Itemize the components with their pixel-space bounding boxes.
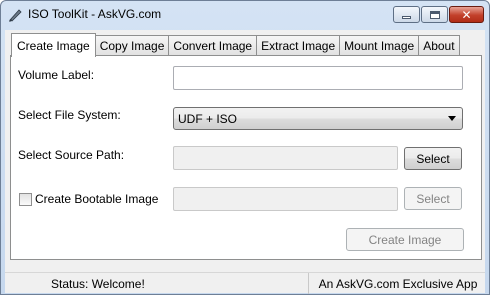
bootable-label: Create Bootable Image <box>35 192 159 206</box>
status-bar: Status: Welcome! An AskVG.com Exclusive … <box>5 272 485 294</box>
maximize-icon <box>429 10 440 19</box>
maximize-button[interactable] <box>421 6 448 23</box>
close-button[interactable]: ✕ <box>449 6 484 23</box>
status-credit: An AskVG.com Exclusive App <box>318 276 478 291</box>
iso-toolkit-icon <box>7 7 23 23</box>
title-bar[interactable]: ISO ToolKit - AskVG.com ✕ <box>1 1 489 29</box>
create-image-panel: Volume Label: Select File System: UDF + … <box>10 55 482 260</box>
client-area: Create Image Copy Image Convert Image Ex… <box>5 30 485 294</box>
status-text: Status: Welcome! <box>9 273 309 294</box>
create-image-button[interactable]: Create Image <box>346 228 464 251</box>
tab-convert-image[interactable]: Convert Image <box>169 35 258 56</box>
tab-about[interactable]: About <box>419 35 460 56</box>
tab-strip: Create Image Copy Image Convert Image Ex… <box>11 33 460 57</box>
app-window: ISO ToolKit - AskVG.com ✕ Create Image C… <box>0 0 490 295</box>
tab-create-image[interactable]: Create Image <box>11 33 96 57</box>
file-system-select[interactable]: UDF + ISO <box>173 107 463 130</box>
close-icon: ✕ <box>461 7 472 22</box>
tab-extract-image[interactable]: Extract Image <box>257 35 341 56</box>
bootable-checkbox[interactable] <box>19 193 32 206</box>
volume-label-input[interactable] <box>173 66 463 90</box>
source-path-label: Select Source Path: <box>18 148 125 162</box>
chevron-down-icon <box>448 116 456 121</box>
minimize-icon <box>402 16 411 19</box>
minimize-button[interactable] <box>393 6 420 23</box>
boot-image-input[interactable] <box>173 187 398 211</box>
file-system-value: UDF + ISO <box>178 111 238 126</box>
boot-select-button[interactable]: Select <box>404 187 462 210</box>
tab-mount-image[interactable]: Mount Image <box>340 35 420 56</box>
volume-label-label: Volume Label: <box>18 68 95 82</box>
source-select-button[interactable]: Select <box>404 147 462 170</box>
window-title: ISO ToolKit - AskVG.com <box>28 7 162 21</box>
tab-copy-image[interactable]: Copy Image <box>95 35 170 56</box>
file-system-label: Select File System: <box>18 108 121 122</box>
source-path-input[interactable] <box>173 146 398 170</box>
